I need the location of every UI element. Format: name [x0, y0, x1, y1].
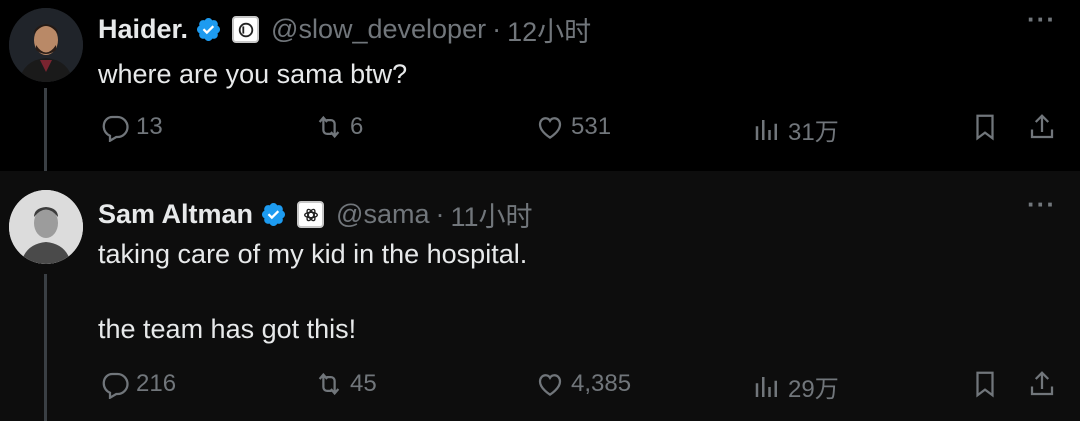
- views-icon: [755, 119, 777, 140]
- tweet-sam-altman[interactable]: Sam Altman @sama · 11小时 ··· taking care …: [0, 171, 1080, 421]
- verified-badge-icon: [262, 202, 286, 227]
- share-icon: [1030, 114, 1054, 139]
- avatar-haider[interactable]: [9, 8, 83, 82]
- more-icon[interactable]: ···: [1027, 189, 1056, 220]
- share-icon: [1030, 371, 1054, 396]
- bookmark-icon: [976, 114, 994, 141]
- like-button[interactable]: 531: [535, 112, 611, 142]
- bookmark-button[interactable]: [970, 369, 1000, 399]
- separator-dot: ·: [492, 14, 502, 44]
- author-name[interactable]: Haider.: [98, 14, 188, 45]
- author-handle[interactable]: @slow_developer: [271, 14, 486, 45]
- share-button[interactable]: [1027, 369, 1057, 399]
- timestamp[interactable]: 12小时: [507, 10, 591, 49]
- retweet-icon: [318, 372, 340, 396]
- affiliation-badge-icon[interactable]: [232, 16, 260, 43]
- action-bar: 216 45 4,385 29万: [0, 369, 1080, 409]
- like-icon: [538, 117, 562, 139]
- retweet-count: 6: [350, 113, 364, 140]
- retweet-icon: [318, 115, 340, 139]
- avatar-sam-altman[interactable]: [9, 190, 83, 264]
- tweet-text-line-2: the team has got this!: [98, 314, 357, 344]
- views-icon: [755, 376, 777, 397]
- reply-count: 13: [136, 113, 163, 140]
- tweet-header: Sam Altman @sama · 11小时: [98, 195, 533, 234]
- reply-button[interactable]: 216: [100, 369, 176, 399]
- views-count: 31万: [788, 119, 839, 146]
- retweet-button[interactable]: 6: [314, 112, 363, 142]
- views-button[interactable]: 31万: [752, 112, 839, 147]
- tweet-text-line-1: taking care of my kid in the hospital.: [98, 239, 528, 269]
- share-button[interactable]: [1027, 112, 1057, 142]
- views-button[interactable]: 29万: [752, 369, 839, 404]
- more-icon[interactable]: ···: [1027, 4, 1056, 35]
- bookmark-icon: [976, 371, 994, 398]
- like-count: 4,385: [571, 370, 632, 397]
- reply-count: 216: [136, 370, 177, 397]
- separator-dot: ·: [435, 199, 445, 229]
- author-handle[interactable]: @sama: [336, 199, 429, 230]
- retweet-button[interactable]: 45: [314, 369, 377, 399]
- like-count: 531: [571, 113, 612, 140]
- tweet-header: Haider. @slow_developer · 12小时: [98, 10, 591, 49]
- timestamp[interactable]: 11小时: [450, 195, 532, 234]
- tweet-haider[interactable]: Haider. @slow_developer · 12小时 ··· where…: [0, 0, 1080, 171]
- affiliation-badge-icon[interactable]: [297, 201, 325, 228]
- bookmark-button[interactable]: [970, 112, 1000, 142]
- reply-button[interactable]: 13: [100, 112, 163, 142]
- like-icon: [538, 374, 562, 396]
- views-count: 29万: [788, 376, 839, 403]
- retweet-count: 45: [350, 370, 377, 397]
- tweet-text: where are you sama btw?: [98, 59, 408, 89]
- like-button[interactable]: 4,385: [535, 369, 631, 399]
- reply-icon: [102, 372, 129, 399]
- action-bar: 13 6 531 31万: [0, 112, 1080, 152]
- verified-badge-icon: [197, 17, 221, 42]
- reply-icon: [102, 115, 129, 142]
- author-name[interactable]: Sam Altman: [98, 199, 253, 230]
